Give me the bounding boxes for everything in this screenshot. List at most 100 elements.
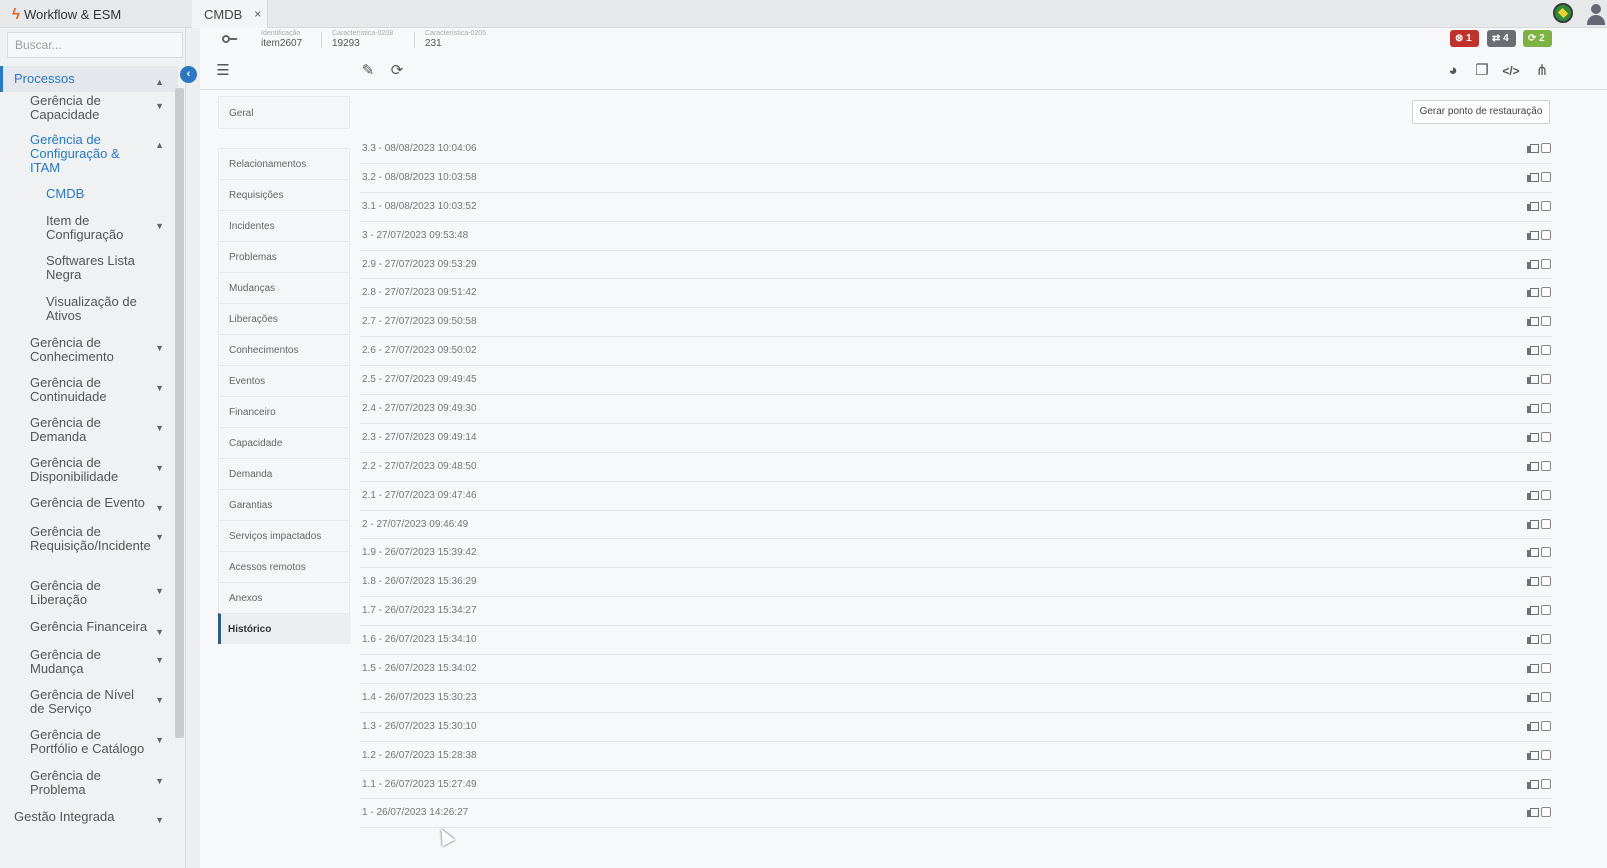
error-badge[interactable]: ⊗ 1 [1450, 30, 1479, 47]
copy-version-icon[interactable] [1527, 375, 1539, 385]
copy-version-icon[interactable] [1527, 201, 1539, 211]
section-tab[interactable]: Mudanças [218, 272, 350, 303]
menu-icon[interactable]: ☰ [212, 60, 234, 82]
chevron-down-icon[interactable]: ▼ [155, 530, 164, 544]
copy-version-icon[interactable] [1527, 519, 1539, 529]
section-tab[interactable]: Serviços impactados [218, 520, 350, 551]
chevron-down-icon[interactable]: ▼ [155, 733, 164, 747]
section-tab[interactable]: Garantias [218, 489, 350, 520]
copy-version-icon[interactable] [1527, 692, 1539, 702]
copy-version-icon[interactable] [1527, 808, 1539, 818]
sidebar-item[interactable]: Gerência de Configuração & ITAM ▲ [0, 133, 178, 175]
section-tab[interactable]: Demanda [218, 458, 350, 489]
chevron-down-icon[interactable]: ▼ [155, 461, 164, 475]
sidebar-item[interactable]: Gerência de Evento ▼ [0, 496, 178, 514]
select-version-checkbox[interactable] [1541, 229, 1551, 240]
select-version-checkbox[interactable] [1541, 258, 1551, 269]
sidebar-item[interactable]: Gerência de Requisição/Incidente ▼ [0, 525, 178, 553]
section-tab[interactable]: Problemas [218, 241, 350, 272]
sidebar-item[interactable]: Gestão Integrada ▼ [0, 810, 178, 827]
select-version-checkbox[interactable] [1541, 605, 1551, 616]
history-row[interactable]: 3.1 - 08/08/2023 10:03:52 [360, 193, 1552, 222]
select-version-checkbox[interactable] [1541, 460, 1551, 471]
select-version-checkbox[interactable] [1541, 403, 1551, 414]
section-tab[interactable]: Conhecimentos [218, 334, 350, 365]
sidebar-item[interactable]: CMDB [0, 187, 178, 201]
history-row[interactable]: 1 - 26/07/2023 14:26:27 [360, 799, 1552, 829]
edit-icon[interactable]: ✎ [357, 60, 379, 82]
section-tab[interactable]: Eventos [218, 365, 350, 396]
chevron-down-icon[interactable]: ▼ [155, 584, 164, 598]
section-tab[interactable]: Incidentes [218, 210, 350, 241]
select-version-checkbox[interactable] [1541, 634, 1551, 645]
select-version-checkbox[interactable] [1541, 807, 1551, 818]
select-version-checkbox[interactable] [1541, 374, 1551, 385]
chevron-down-icon[interactable]: ▼ [155, 813, 164, 827]
select-version-checkbox[interactable] [1541, 778, 1551, 789]
select-version-checkbox[interactable] [1541, 489, 1551, 500]
history-row[interactable]: 1.9 - 26/07/2023 15:39:42 [360, 539, 1552, 569]
history-row[interactable]: 1.1 - 26/07/2023 15:27:49 [360, 771, 1552, 800]
chevron-down-icon[interactable]: ▼ [155, 693, 164, 707]
copy-version-icon[interactable] [1527, 230, 1539, 240]
restore-point-button[interactable]: Gerar ponto de restauração [1412, 100, 1550, 124]
copy-version-icon[interactable] [1527, 317, 1539, 327]
hierarchy-icon[interactable]: ⋔ [1531, 60, 1553, 82]
select-version-checkbox[interactable] [1541, 316, 1551, 327]
pie-chart-icon[interactable]: ◕ [1442, 60, 1464, 82]
sidebar-item[interactable]: Gerência de Capacidade ▼ [0, 94, 178, 122]
history-row[interactable]: 1.8 - 26/07/2023 15:36:29 [360, 568, 1552, 598]
history-row[interactable]: 2.7 - 27/07/2023 09:50:58 [360, 308, 1552, 338]
sidebar-item[interactable]: Gerência de Problema ▼ [0, 769, 178, 797]
history-row[interactable]: 2.4 - 27/07/2023 09:49:30 [360, 395, 1552, 424]
history-row[interactable]: 3 - 27/07/2023 09:53:48 [360, 222, 1552, 251]
history-row[interactable]: 1.2 - 26/07/2023 15:28:38 [360, 742, 1552, 771]
select-version-checkbox[interactable] [1541, 518, 1551, 529]
history-row[interactable]: 3.2 - 08/08/2023 10:03:58 [360, 164, 1552, 193]
section-tab[interactable]: Requisições [218, 179, 350, 210]
copy-version-icon[interactable] [1527, 664, 1539, 674]
copy-version-icon[interactable] [1527, 548, 1539, 558]
copy-version-icon[interactable] [1527, 144, 1539, 153]
copy-version-icon[interactable] [1527, 461, 1539, 471]
select-version-checkbox[interactable] [1541, 431, 1551, 442]
refresh-icon[interactable]: ⟳ [386, 60, 408, 82]
select-version-checkbox[interactable] [1541, 200, 1551, 211]
copy-version-icon[interactable] [1527, 606, 1539, 616]
section-tab[interactable]: Relacionamentos [218, 148, 350, 179]
sidebar-item[interactable]: Gerência de Mudança ▼ [0, 648, 178, 676]
chevron-up-icon[interactable]: ▲ [155, 75, 164, 89]
history-row[interactable]: 2.5 - 27/07/2023 09:49:45 [360, 366, 1552, 396]
history-row[interactable]: 2 - 27/07/2023 09:46:49 [360, 511, 1552, 540]
chevron-down-icon[interactable]: ▼ [155, 501, 164, 515]
section-tab[interactable]: Capacidade [218, 427, 350, 458]
history-row[interactable]: 2.3 - 27/07/2023 09:49:14 [360, 424, 1552, 453]
copy-version-icon[interactable] [1527, 346, 1539, 356]
user-avatar-icon[interactable] [1586, 3, 1606, 25]
history-row[interactable]: 1.7 - 26/07/2023 15:34:27 [360, 597, 1552, 627]
select-version-checkbox[interactable] [1541, 171, 1551, 182]
chevron-down-icon[interactable]: ▼ [155, 99, 164, 113]
section-tab[interactable]: Anexos [218, 582, 350, 613]
select-version-checkbox[interactable] [1541, 749, 1551, 760]
section-tab[interactable]: Liberações [218, 303, 350, 334]
history-row[interactable]: 1.4 - 26/07/2023 15:30:23 [360, 684, 1552, 713]
copy-version-icon[interactable] [1527, 432, 1539, 442]
history-row[interactable]: 1.6 - 26/07/2023 15:34:10 [360, 626, 1552, 656]
app-brand[interactable]: ϟ Workflow & ESM [0, 0, 192, 28]
sidebar-item[interactable]: Visualização de Ativos [0, 295, 178, 323]
history-row[interactable]: 2.8 - 27/07/2023 09:51:42 [360, 279, 1552, 309]
select-version-checkbox[interactable] [1541, 143, 1551, 153]
sidebar-item[interactable]: Gerência de Portfólio e Catálogo ▼ [0, 728, 178, 756]
sidebar-item[interactable]: Gerência de Liberação ▼ [0, 579, 178, 607]
copy-version-icon[interactable] [1527, 259, 1539, 269]
collapse-sidebar-icon[interactable]: ‹ [180, 66, 197, 83]
chevron-down-icon[interactable]: ▼ [155, 341, 164, 355]
search-input[interactable] [7, 32, 183, 58]
sidebar-item[interactable]: Gerência de Conhecimento ▼ [0, 336, 178, 364]
section-tab[interactable]: Financeiro [218, 396, 350, 427]
select-version-checkbox[interactable] [1541, 345, 1551, 356]
section-tab[interactable]: Geral [218, 96, 350, 129]
history-row[interactable]: 2.9 - 27/07/2023 09:53:29 [360, 251, 1552, 280]
section-tab[interactable]: Acessos remotos [218, 551, 350, 582]
